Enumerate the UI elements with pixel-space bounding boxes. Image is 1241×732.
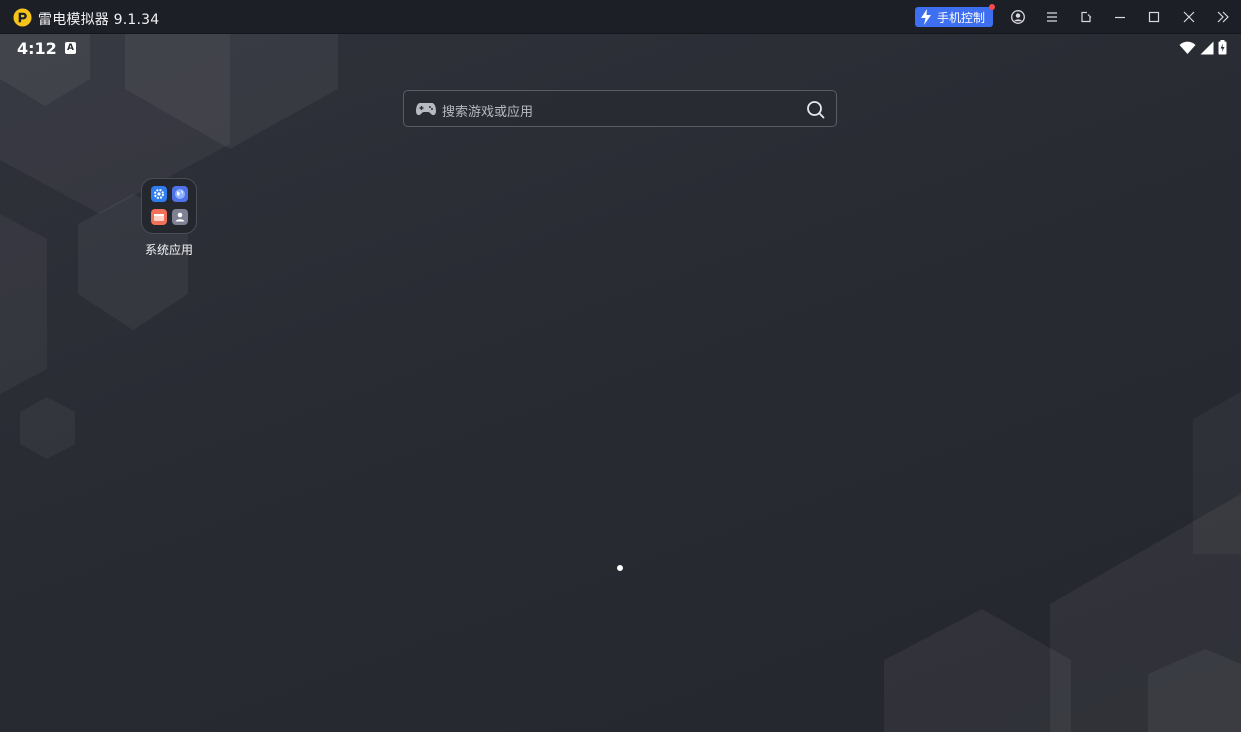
wallet-icon	[151, 209, 167, 225]
title-bar: 雷电模拟器 9.1.34 手机控制	[0, 0, 1241, 34]
search-placeholder: 搜索游戏或应用	[442, 105, 534, 120]
search-icon[interactable]	[806, 100, 825, 119]
phone-control-label: 手机控制	[937, 10, 986, 25]
close-icon[interactable]	[1181, 9, 1197, 25]
gamepad-icon	[416, 103, 436, 116]
system-apps-folder[interactable]	[141, 178, 197, 234]
browser-icon	[172, 186, 188, 202]
account-icon[interactable]	[1010, 9, 1026, 25]
search-bar[interactable]: 搜索游戏或应用	[403, 90, 837, 127]
page-indicator-dot	[617, 565, 623, 571]
ldplayer-logo-icon	[13, 8, 32, 27]
window-title: 雷电模拟器 9.1.34	[38, 12, 160, 28]
signal-icon	[1200, 41, 1214, 54]
settings-icon	[151, 186, 167, 202]
minimize-icon[interactable]	[1112, 9, 1128, 25]
status-time: 4:12	[17, 39, 57, 58]
phone-control-button[interactable]: 手机控制	[915, 4, 995, 27]
wifi-icon	[1179, 41, 1196, 54]
contacts-icon	[172, 209, 188, 225]
menu-icon[interactable]	[1044, 9, 1060, 25]
android-home-screen: 4:12 A 搜索游戏或应用 系统应用	[0, 34, 1241, 732]
rotate-icon[interactable]	[1078, 9, 1094, 25]
status-icons	[1179, 40, 1227, 55]
hexagon-wallpaper	[0, 34, 1241, 732]
lightning-icon	[921, 9, 931, 25]
expand-sidebar-icon[interactable]	[1215, 9, 1231, 25]
battery-charging-icon	[1218, 40, 1227, 55]
folder-label: 系统应用	[144, 243, 193, 257]
keyboard-notification-icon: A	[65, 42, 76, 54]
maximize-icon[interactable]	[1146, 9, 1162, 25]
notification-dot	[989, 4, 995, 10]
